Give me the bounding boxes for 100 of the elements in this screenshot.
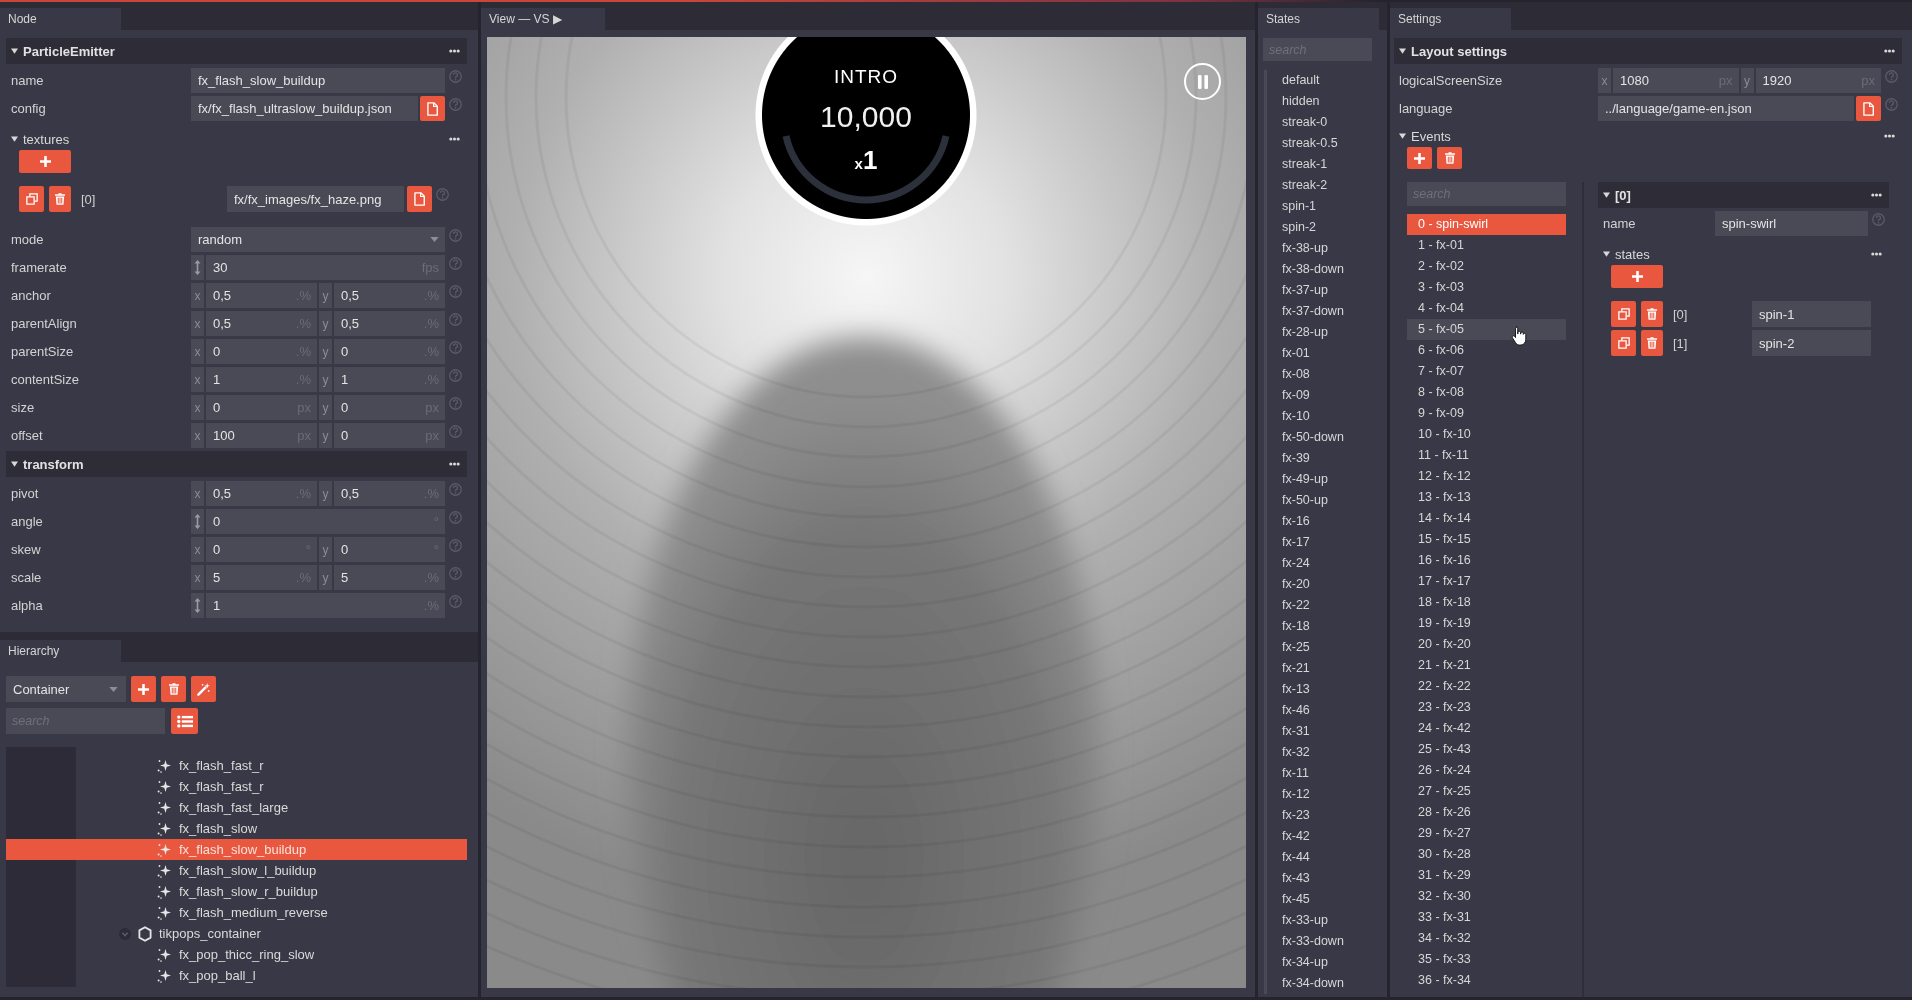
add-button[interactable]: [131, 676, 156, 702]
number-field[interactable]: 0 .%: [206, 339, 317, 364]
number-field[interactable]: 5 .%: [334, 565, 445, 590]
delete-button[interactable]: [1641, 301, 1663, 327]
state-item[interactable]: fx-45: [1267, 889, 1387, 910]
state-item[interactable]: fx-25: [1267, 637, 1387, 658]
tree-item[interactable]: fx_flash_slow_r_buildup: [6, 881, 467, 902]
more-icon[interactable]: [449, 137, 460, 141]
state-item[interactable]: fx-08: [1267, 364, 1387, 385]
event-item[interactable]: 27 - fx-25: [1407, 781, 1566, 802]
event-item[interactable]: 32 - fx-30: [1407, 886, 1566, 907]
event-item[interactable]: 6 - fx-06: [1407, 340, 1566, 361]
state-item[interactable]: fx-17: [1267, 532, 1387, 553]
caret-icon[interactable]: [1603, 251, 1610, 257]
caret-icon[interactable]: [11, 461, 18, 467]
event-item[interactable]: 9 - fx-09: [1407, 403, 1566, 424]
file-button[interactable]: [407, 186, 432, 212]
more-icon[interactable]: [449, 49, 460, 53]
text-field[interactable]: spin-swirl: [1715, 211, 1868, 236]
delete-button[interactable]: [161, 676, 186, 702]
number-field[interactable]: 1 .%: [334, 367, 445, 392]
state-item[interactable]: fx-23: [1267, 805, 1387, 826]
copy-button[interactable]: [19, 186, 44, 212]
number-field[interactable]: 0,5 .%: [334, 481, 445, 506]
number-field[interactable]: 0 °: [206, 509, 445, 534]
state-item[interactable]: fx-09: [1267, 385, 1387, 406]
state-item[interactable]: fx-12: [1267, 784, 1387, 805]
number-field[interactable]: 0 .%: [334, 339, 445, 364]
event-item[interactable]: 11 - fx-11: [1407, 445, 1566, 466]
state-item[interactable]: streak-0.5: [1267, 133, 1387, 154]
state-item[interactable]: fx-18: [1267, 616, 1387, 637]
state-item[interactable]: fx-20: [1267, 574, 1387, 595]
more-icon[interactable]: [1884, 134, 1895, 138]
file-button[interactable]: [1856, 96, 1881, 121]
number-field[interactable]: 1 .%: [206, 593, 445, 618]
delete-button[interactable]: [1437, 147, 1462, 169]
event-item[interactable]: 10 - fx-10: [1407, 424, 1566, 445]
pause-button[interactable]: [1184, 63, 1221, 100]
event-item[interactable]: 25 - fx-43: [1407, 739, 1566, 760]
event-item[interactable]: 14 - fx-14: [1407, 508, 1566, 529]
event-item[interactable]: 20 - fx-20: [1407, 634, 1566, 655]
more-icon[interactable]: [449, 462, 460, 466]
state-item[interactable]: fx-43: [1267, 868, 1387, 889]
state-item[interactable]: fx-33-down: [1267, 931, 1387, 952]
state-item[interactable]: fx-49-up: [1267, 469, 1387, 490]
state-item[interactable]: fx-21: [1267, 658, 1387, 679]
state-item[interactable]: streak-1: [1267, 154, 1387, 175]
state-item[interactable]: fx-01: [1267, 343, 1387, 364]
state-item[interactable]: fx-16: [1267, 511, 1387, 532]
event-item[interactable]: 16 - fx-16: [1407, 550, 1566, 571]
state-item[interactable]: fx-50-down: [1267, 427, 1387, 448]
state-item[interactable]: fx-22: [1267, 595, 1387, 616]
event-item[interactable]: 18 - fx-18: [1407, 592, 1566, 613]
number-field[interactable]: 0 °: [334, 537, 445, 562]
event-item[interactable]: 29 - fx-27: [1407, 823, 1566, 844]
copy-button[interactable]: [1611, 330, 1636, 356]
panel-tab[interactable]: Hierarchy: [0, 640, 121, 662]
event-item[interactable]: 30 - fx-28: [1407, 844, 1566, 865]
state-item[interactable]: fx-24: [1267, 553, 1387, 574]
more-icon[interactable]: [1871, 193, 1882, 197]
more-icon[interactable]: [1884, 49, 1895, 53]
collapse-toggle-icon[interactable]: [119, 927, 131, 940]
event-item[interactable]: 21 - fx-21: [1407, 655, 1566, 676]
delete-button[interactable]: [49, 186, 71, 212]
state-item[interactable]: fx-38-down: [1267, 259, 1387, 280]
number-field[interactable]: 5 .%: [206, 565, 317, 590]
panel-tab[interactable]: View — VS ▶: [481, 8, 605, 30]
tree-item[interactable]: fx_flash_slow: [6, 818, 467, 839]
state-item[interactable]: streak-2: [1267, 175, 1387, 196]
event-item[interactable]: 7 - fx-07: [1407, 361, 1566, 382]
state-item[interactable]: fx-32: [1267, 742, 1387, 763]
tree-item[interactable]: fx_pop_ball_l: [6, 965, 467, 986]
tree-item[interactable]: fx_flash_fast_r: [6, 755, 467, 776]
event-item[interactable]: 12 - fx-12: [1407, 466, 1566, 487]
list-view-button[interactable]: [171, 708, 198, 734]
event-item[interactable]: 31 - fx-29: [1407, 865, 1566, 886]
event-item[interactable]: 33 - fx-31: [1407, 907, 1566, 928]
event-item[interactable]: 8 - fx-08: [1407, 382, 1566, 403]
tree-item[interactable]: fx_flash_medium_reverse: [6, 902, 467, 923]
event-item[interactable]: 17 - fx-17: [1407, 571, 1566, 592]
state-item[interactable]: fx-33-up: [1267, 910, 1387, 931]
state-item[interactable]: fx-44: [1267, 847, 1387, 868]
state-item[interactable]: spin-2: [1267, 217, 1387, 238]
tree-item[interactable]: tikpops_container: [6, 923, 467, 944]
state-item[interactable]: fx-11: [1267, 763, 1387, 784]
event-item[interactable]: 22 - fx-22: [1407, 676, 1566, 697]
state-item[interactable]: fx-13: [1267, 679, 1387, 700]
tree-item[interactable]: fx_flash_slow_l_buildup: [6, 860, 467, 881]
file-path-field[interactable]: fx/fx_images/fx_haze.png: [227, 186, 404, 212]
event-item[interactable]: 15 - fx-15: [1407, 529, 1566, 550]
wand-button[interactable]: [191, 676, 216, 702]
event-item[interactable]: 24 - fx-42: [1407, 718, 1566, 739]
dropdown[interactable]: random: [191, 227, 445, 252]
state-item[interactable]: fx-46: [1267, 700, 1387, 721]
caret-icon[interactable]: [1399, 48, 1406, 54]
event-item[interactable]: 26 - fx-24: [1407, 760, 1566, 781]
number-field[interactable]: 0,5 .%: [206, 283, 317, 308]
tree-item[interactable]: fx_flash_fast_r: [6, 776, 467, 797]
add-button[interactable]: [1611, 265, 1663, 288]
panel-tab[interactable]: Node: [0, 8, 121, 30]
